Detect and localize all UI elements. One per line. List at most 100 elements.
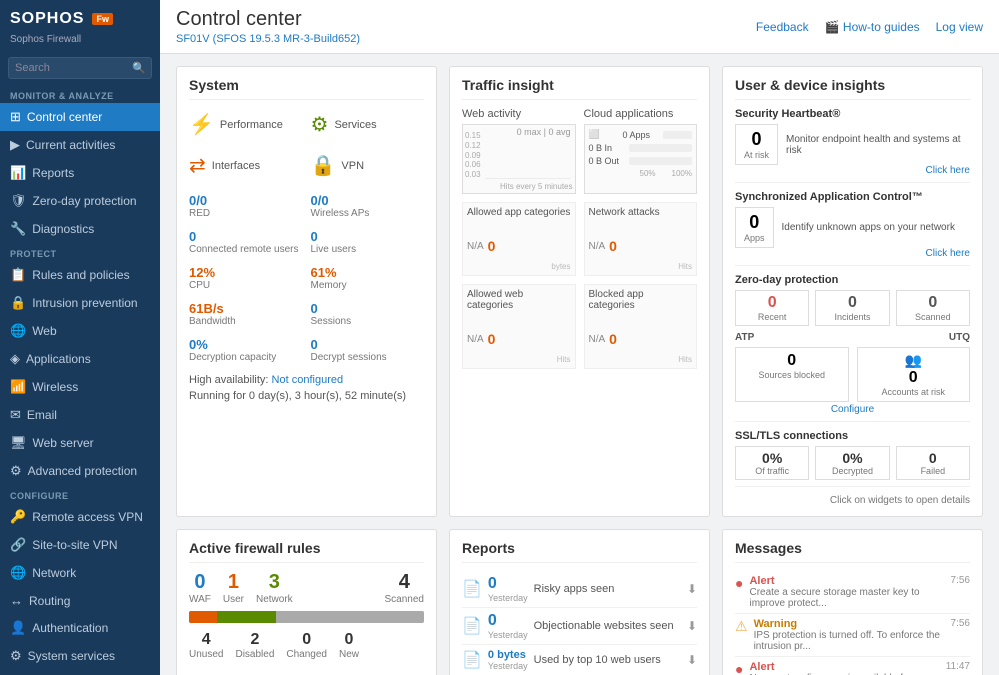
msg-warn-icon-1: ⚠ xyxy=(735,618,748,635)
insights-title: User & device insights xyxy=(735,77,970,100)
fw-unused-num: 4 xyxy=(189,631,223,649)
report-icon-0: 📄 xyxy=(462,579,482,599)
live-stat: 0 Live users xyxy=(311,226,425,258)
msg-title-0: Alert xyxy=(749,575,944,587)
live-label: Live users xyxy=(311,244,425,255)
ssl-traffic-box: 0% Of traffic xyxy=(735,446,809,480)
zdp-incidents-num: 0 xyxy=(824,294,880,312)
services-item[interactable]: ⚙ Services xyxy=(311,108,425,141)
fw-disabled-label: Disabled xyxy=(235,649,274,660)
sidebar-item-zero-day[interactable]: 🛡 Zero-day protection xyxy=(0,187,160,215)
cloud-apps-section: Cloud applications ⬜ 0 Apps 0 B In 0 B xyxy=(584,108,698,194)
sidebar-item-label: System services xyxy=(28,649,115,663)
how-to-link[interactable]: 🎬 How-to guides xyxy=(825,20,920,34)
fw-bar-area xyxy=(189,611,424,623)
sophos-fw-badge: Fw xyxy=(92,13,113,25)
ha-link[interactable]: Not configured xyxy=(272,374,344,386)
sync-click-here[interactable]: Click here xyxy=(735,248,970,259)
fw-user-num: 1 xyxy=(223,571,244,594)
vpn-item[interactable]: 🔒 VPN xyxy=(311,149,425,182)
current-activities-icon: ▶ xyxy=(10,137,20,153)
interfaces-item[interactable]: ⇄ Interfaces xyxy=(189,149,303,182)
sidebar-item-intrusion[interactable]: 🔒 Intrusion prevention xyxy=(0,289,160,317)
performance-label: Performance xyxy=(220,119,283,131)
sidebar-item-network[interactable]: 🌐 Network xyxy=(0,559,160,587)
reports-panel: Reports 📄 0 Yesterday Risky apps seen ⬇ … xyxy=(449,529,710,675)
web-activity-section: Web activity 0 max | 0 avg 0.150.120.090… xyxy=(462,108,576,194)
ssl-traffic-num: 0% xyxy=(742,450,802,466)
sidebar-item-wireless[interactable]: 📶 Wireless xyxy=(0,373,160,401)
fw-changed-num: 0 xyxy=(286,631,327,649)
report-label-2: Used by top 10 web users xyxy=(534,654,681,666)
report-item-0: 📄 0 Yesterday Risky apps seen ⬇ xyxy=(462,571,697,608)
sub-charts: Allowed app categories N/A 0 bytes Netwo… xyxy=(462,202,697,369)
msg-content-1: Warning IPS protection is turned off. To… xyxy=(754,618,945,652)
sidebar-item-rules[interactable]: 📋 Rules and policies xyxy=(0,261,160,289)
click-widgets-note: Click on widgets to open details xyxy=(735,495,970,506)
sidebar-item-remote-vpn[interactable]: 🔑 Remote access VPN xyxy=(0,503,160,531)
sidebar-item-reports[interactable]: 📊 Reports xyxy=(0,159,160,187)
report-download-1[interactable]: ⬇ xyxy=(687,619,697,633)
allowed-app-cats-chart[interactable]: Allowed app categories N/A 0 bytes xyxy=(462,202,576,276)
heartbeat-badge: At risk xyxy=(744,150,769,160)
allowed-web-cats-chart[interactable]: Allowed web categories N/A 0 Hits xyxy=(462,284,576,369)
b-in-bar: 0 B In xyxy=(589,143,693,153)
sidebar-item-site-vpn[interactable]: 🔗 Site-to-site VPN xyxy=(0,531,160,559)
running-text: Running for 0 day(s), 3 hour(s), 52 minu… xyxy=(189,390,424,402)
report-download-2[interactable]: ⬇ xyxy=(687,653,697,667)
report-download-0[interactable]: ⬇ xyxy=(687,582,697,596)
sync-block: Synchronized Application Control™ 0 Apps… xyxy=(735,191,970,266)
heartbeat-click-here[interactable]: Click here xyxy=(735,165,970,176)
sidebar-item-advanced[interactable]: ⚙ Advanced protection xyxy=(0,457,160,485)
sidebar-item-routing[interactable]: ↔ Routing xyxy=(0,587,160,614)
network-attacks-chart[interactable]: Network attacks N/A 0 Hits xyxy=(584,202,698,276)
sidebar-item-web-server[interactable]: 🖥 Web server xyxy=(0,429,160,457)
page-title: Control center xyxy=(176,8,360,31)
web-icon: 🌐 xyxy=(10,323,26,339)
fw-waf-label: WAF xyxy=(189,594,211,605)
rules-icon: 📋 xyxy=(10,267,26,283)
feedback-link[interactable]: Feedback xyxy=(756,20,809,34)
ssl-decrypted-num: 0% xyxy=(822,450,882,466)
bandwidth-val: 61B/s xyxy=(189,301,303,316)
atp-sources-box: 0 Sources blocked xyxy=(735,347,849,402)
performance-item[interactable]: ⚡ Performance xyxy=(189,108,303,141)
interfaces-label: Interfaces xyxy=(212,160,260,172)
allowed-web-val: 0 xyxy=(488,331,496,347)
allowed-app-axis: bytes xyxy=(499,262,570,271)
system-title: System xyxy=(189,77,424,100)
sidebar-item-label: Zero-day protection xyxy=(33,194,137,208)
sidebar-item-current-activities[interactable]: ▶ Current activities xyxy=(0,131,160,159)
fw-bar-user xyxy=(189,611,217,623)
cloud-apps-chart[interactable]: ⬜ 0 Apps 0 B In 0 B Out xyxy=(584,124,698,194)
sidebar-item-control-center[interactable]: ⊞ Control center xyxy=(0,103,160,131)
atp-utq-row: 0 Sources blocked 👥 0 Accounts at risk xyxy=(735,347,970,402)
services-label: Services xyxy=(334,119,376,131)
sidebar-item-diagnostics[interactable]: 🔧 Diagnostics xyxy=(0,215,160,243)
msg-item-2: ● Alert New system firmware is available… xyxy=(735,657,970,675)
fw-scanned-item: 4 Scanned xyxy=(385,571,424,605)
sidebar-item-label: Diagnostics xyxy=(32,222,94,236)
ssl-title: SSL/TLS connections xyxy=(735,430,970,442)
ssl-failed-label: Failed xyxy=(903,466,963,476)
ssl-decrypted-box: 0% Decrypted xyxy=(815,446,889,480)
system-panel: System ⚡ Performance ⚙ Services ⇄ Interf… xyxy=(176,66,437,517)
sidebar-item-applications[interactable]: ◈ Applications xyxy=(0,345,160,373)
sidebar-logo: SOPHOS Fw xyxy=(0,0,160,34)
log-view-link[interactable]: Log view xyxy=(936,20,983,34)
report-num-2: 0 bytes Yesterday xyxy=(488,649,528,671)
sidebar-item-system-services[interactable]: ⚙ System services xyxy=(0,642,160,670)
fw-disabled-item: 2 Disabled xyxy=(235,631,274,660)
sidebar-item-email[interactable]: ✉ Email xyxy=(0,401,160,429)
sidebar-item-authentication[interactable]: 👤 Authentication xyxy=(0,614,160,642)
web-activity-chart[interactable]: 0 max | 0 avg 0.150.120.090.060.03 Hits … xyxy=(462,124,576,194)
live-val: 0 xyxy=(311,229,425,244)
connected-label: Connected remote users xyxy=(189,244,303,255)
authentication-icon: 👤 xyxy=(10,620,26,636)
fw-bar-scanned xyxy=(276,611,424,623)
sidebar-item-web[interactable]: 🌐 Web xyxy=(0,317,160,345)
configure-link[interactable]: Configure xyxy=(735,404,970,415)
blocked-app-cats-chart[interactable]: Blocked app categories N/A 0 Hits xyxy=(584,284,698,369)
control-center-icon: ⊞ xyxy=(10,109,21,125)
search-input[interactable] xyxy=(8,57,152,79)
